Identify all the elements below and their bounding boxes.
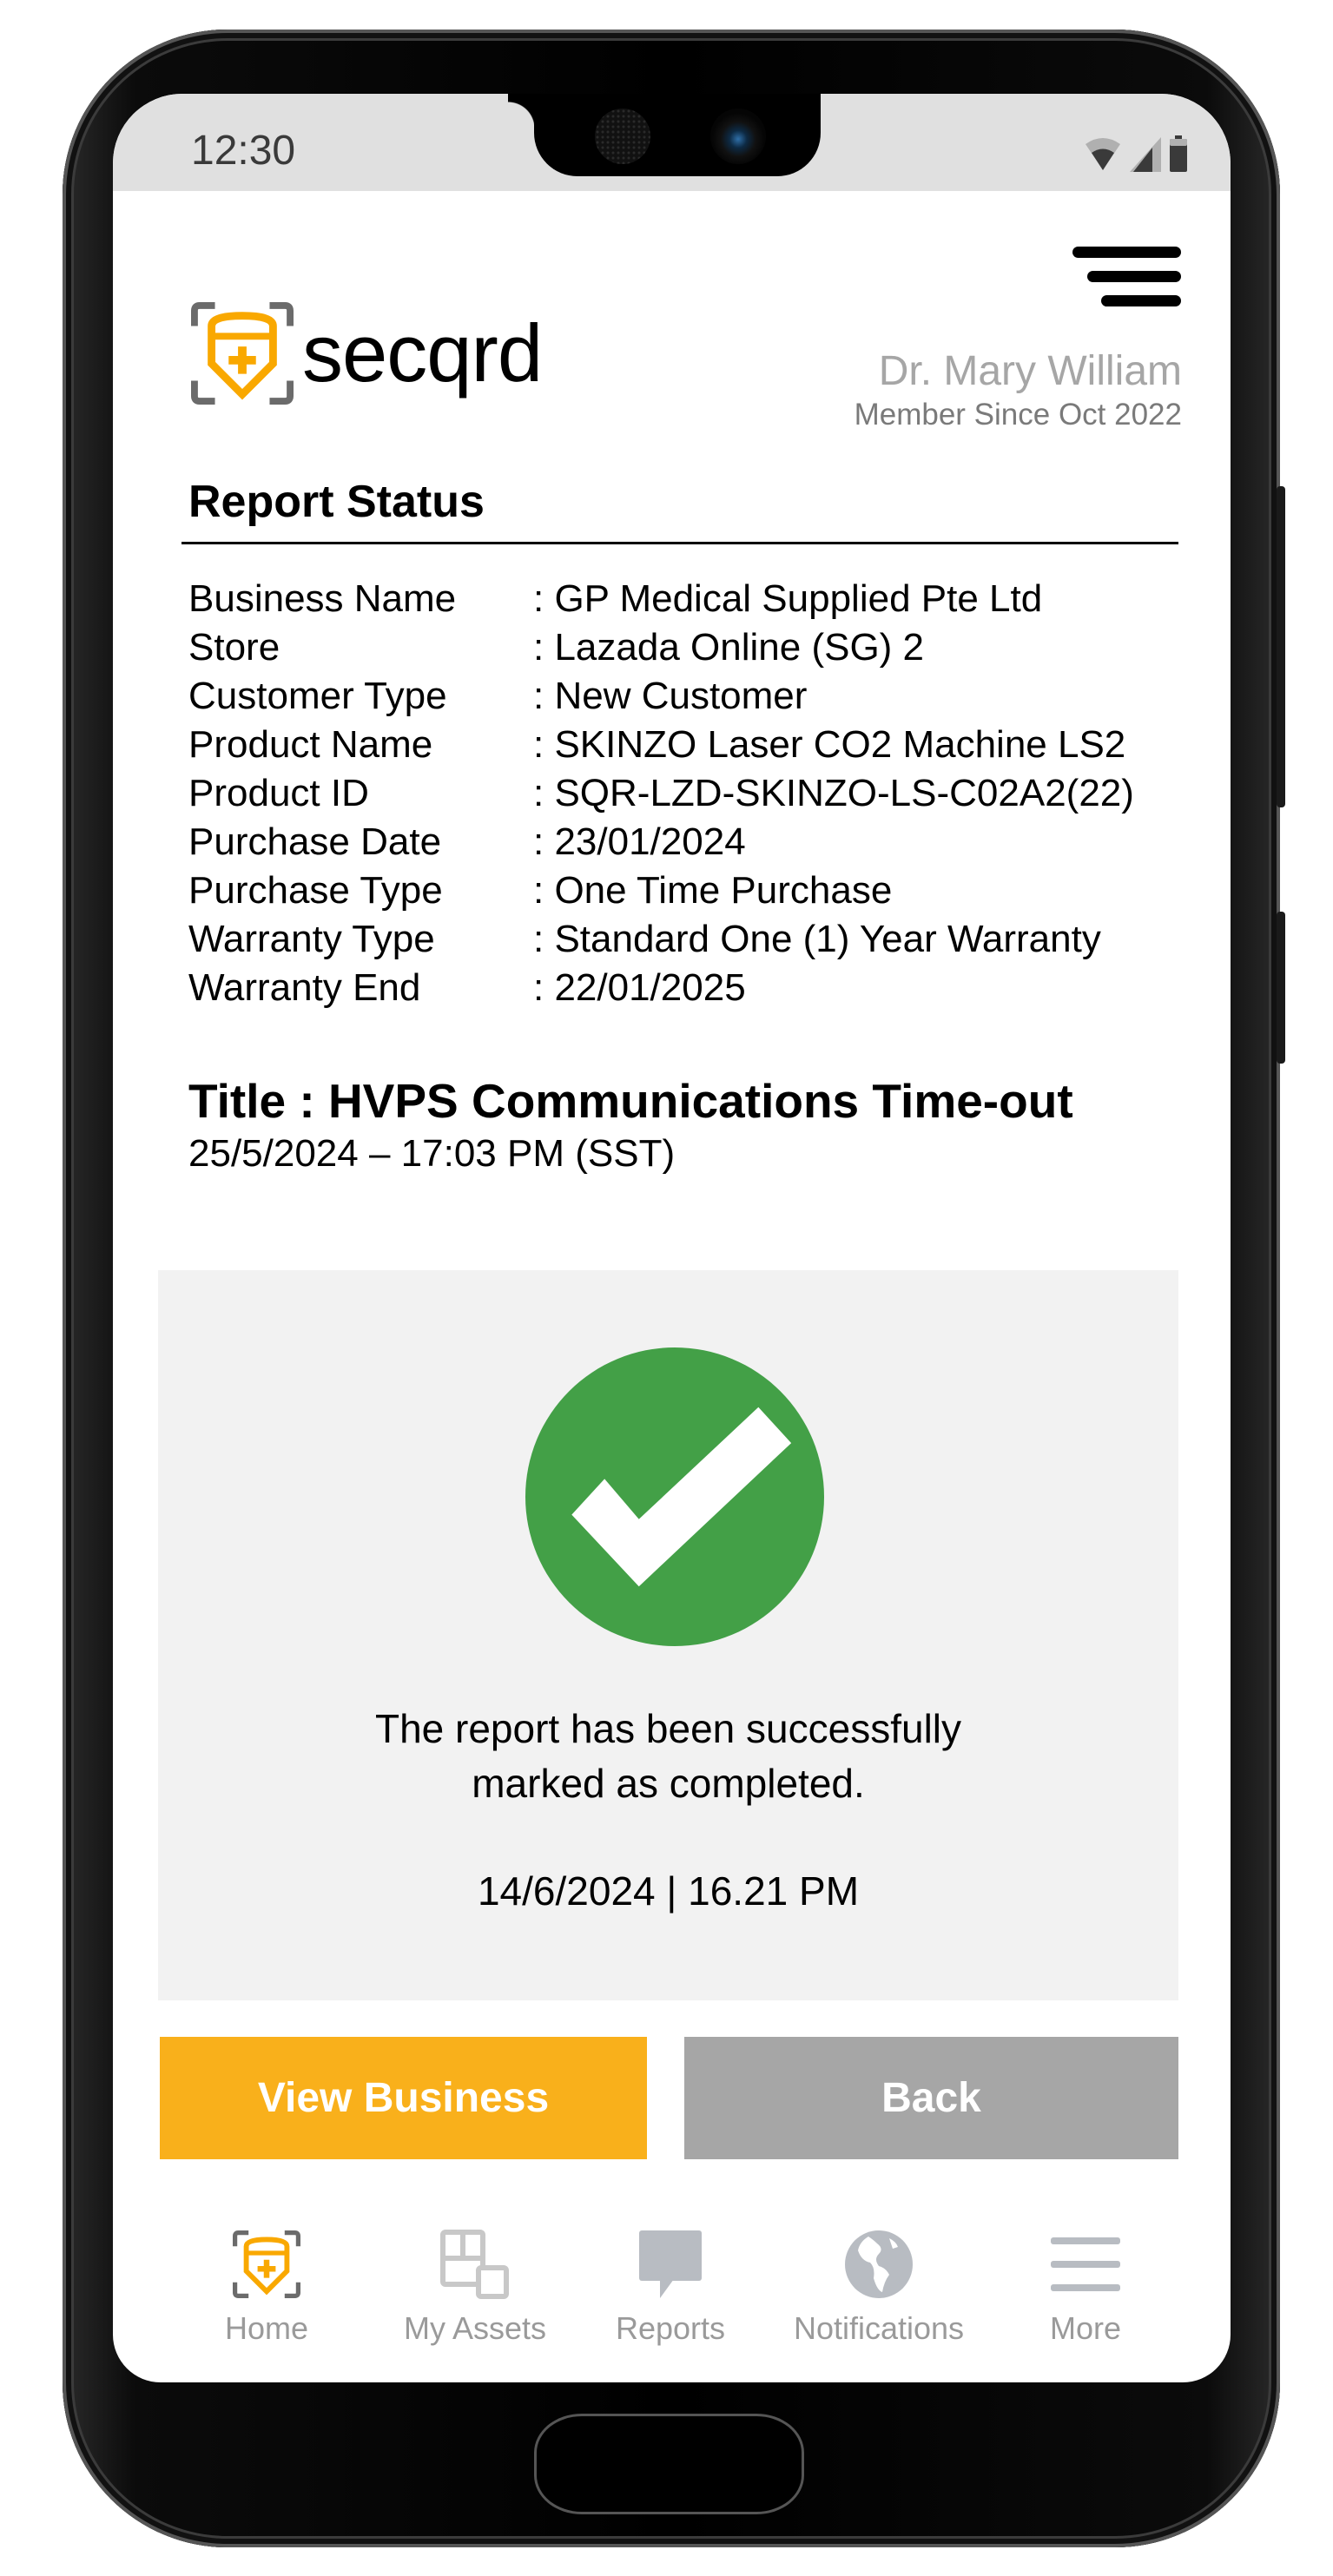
nav-label: Home: [224, 2310, 309, 2346]
check-circle-icon: [525, 1347, 824, 1646]
detail-value: : SKINZO Laser CO2 Machine LS2: [533, 723, 1126, 766]
success-message-line2: marked as completed.: [472, 1761, 865, 1806]
detail-value: : SQR-LZD-SKINZO-LS-C02A2(22): [533, 772, 1134, 814]
success-timestamp: 14/6/2024 | 16.21 PM: [477, 1868, 860, 1914]
success-card: The report has been successfully marked …: [158, 1270, 1178, 2000]
detail-label: Purchase Type: [188, 869, 443, 912]
status-time: 12:30: [191, 128, 296, 174]
detail-row-business-name: Business Name : GP Medical Supplied Pte L…: [188, 575, 1134, 623]
nav-item-notifications[interactable]: Notifications: [792, 2225, 966, 2347]
nav-item-more[interactable]: More: [999, 2225, 1172, 2347]
signal-icon: [1130, 137, 1161, 172]
hamburger-menu-icon[interactable]: [1072, 247, 1181, 307]
detail-label: Product ID: [188, 772, 369, 814]
nav-item-my-assets[interactable]: My Assets: [388, 2225, 562, 2347]
globe-icon: [845, 2230, 913, 2298]
detail-label: Business Name: [188, 577, 457, 620]
report-title: Title : HVPS Communications Time-out: [188, 1074, 1073, 1128]
nav-item-reports[interactable]: Reports: [584, 2225, 757, 2347]
detail-row-purchase-type: Purchase Type : One Time Purchase: [188, 866, 1134, 915]
brand-name: secqrd: [302, 307, 543, 399]
report-details: Business Name : GP Medical Supplied Pte L…: [188, 575, 1134, 1012]
earpiece-speaker: [595, 109, 650, 164]
report-datetime: 25/5/2024 – 17:03 PM (SST): [188, 1132, 676, 1175]
detail-row-purchase-date: Purchase Date : 23/01/2024: [188, 818, 1134, 866]
nav-label: More: [1049, 2310, 1122, 2346]
back-button[interactable]: Back: [684, 2037, 1178, 2159]
wifi-icon: [1086, 138, 1120, 170]
phone-side-button-power: [1277, 486, 1285, 807]
section-divider: [181, 542, 1178, 544]
nav-label: Reports: [615, 2310, 726, 2346]
detail-row-store: Store : Lazada Online (SG) 2: [188, 623, 1134, 672]
detail-value: : Lazada Online (SG) 2: [533, 626, 925, 669]
detail-row-customer-type: Customer Type : New Customer: [188, 672, 1134, 721]
phone-side-button-volume: [1277, 912, 1285, 1064]
detail-row-warranty-end: Warranty End : 22/01/2025: [188, 964, 1134, 1012]
detail-value: : 23/01/2024: [533, 820, 746, 863]
phone-home-button[interactable]: [534, 2414, 804, 2514]
assets-grid-icon: [440, 2230, 509, 2299]
detail-row-product-name: Product Name : SKINZO Laser CO2 Machine L…: [188, 721, 1134, 769]
shield-plus-icon: [191, 302, 294, 405]
front-camera: [710, 109, 766, 164]
detail-label: Product Name: [188, 723, 433, 766]
detail-value: : Standard One (1) Year Warranty: [533, 918, 1101, 960]
success-message-line1: The report has been successfully: [374, 1706, 962, 1751]
screen: 12:30 secqrd Dr. Mary William Member Sin…: [113, 94, 1231, 2382]
detail-label: Purchase Date: [188, 820, 442, 863]
detail-label: Store: [188, 626, 280, 669]
battery-icon: [1170, 135, 1187, 172]
nav-label: My Assets: [403, 2310, 547, 2346]
bottom-nav: Home My Assets Reports Notifications Mor…: [113, 2225, 1231, 2355]
detail-value: : 22/01/2025: [533, 966, 746, 1009]
detail-value: : One Time Purchase: [533, 869, 893, 912]
member-since: Member Since Oct 2022: [854, 398, 1182, 432]
detail-value: : New Customer: [533, 675, 808, 717]
section-title: Report Status: [188, 477, 485, 527]
detail-row-warranty-type: Warranty Type : Standard One (1) Year War…: [188, 915, 1134, 964]
detail-label: Warranty End: [188, 966, 421, 1009]
user-name: Dr. Mary William: [878, 348, 1182, 394]
nav-label: Notifications: [793, 2310, 965, 2346]
detail-row-product-id: Product ID : SQR-LZD-SKINZO-LS-C02A2(22): [188, 769, 1134, 818]
detail-label: Customer Type: [188, 675, 447, 717]
brand-logo: secqrd: [191, 302, 543, 405]
shield-plus-icon: [233, 2230, 300, 2298]
nav-item-home[interactable]: Home: [180, 2225, 353, 2347]
menu-lines-icon: [1051, 2237, 1120, 2291]
view-business-button[interactable]: View Business: [160, 2037, 647, 2159]
camera-notch: [508, 94, 821, 176]
detail-label: Warranty Type: [188, 918, 435, 960]
detail-value: : GP Medical Supplied Pte Ltd: [533, 577, 1043, 620]
chat-bubble-icon: [639, 2230, 702, 2298]
